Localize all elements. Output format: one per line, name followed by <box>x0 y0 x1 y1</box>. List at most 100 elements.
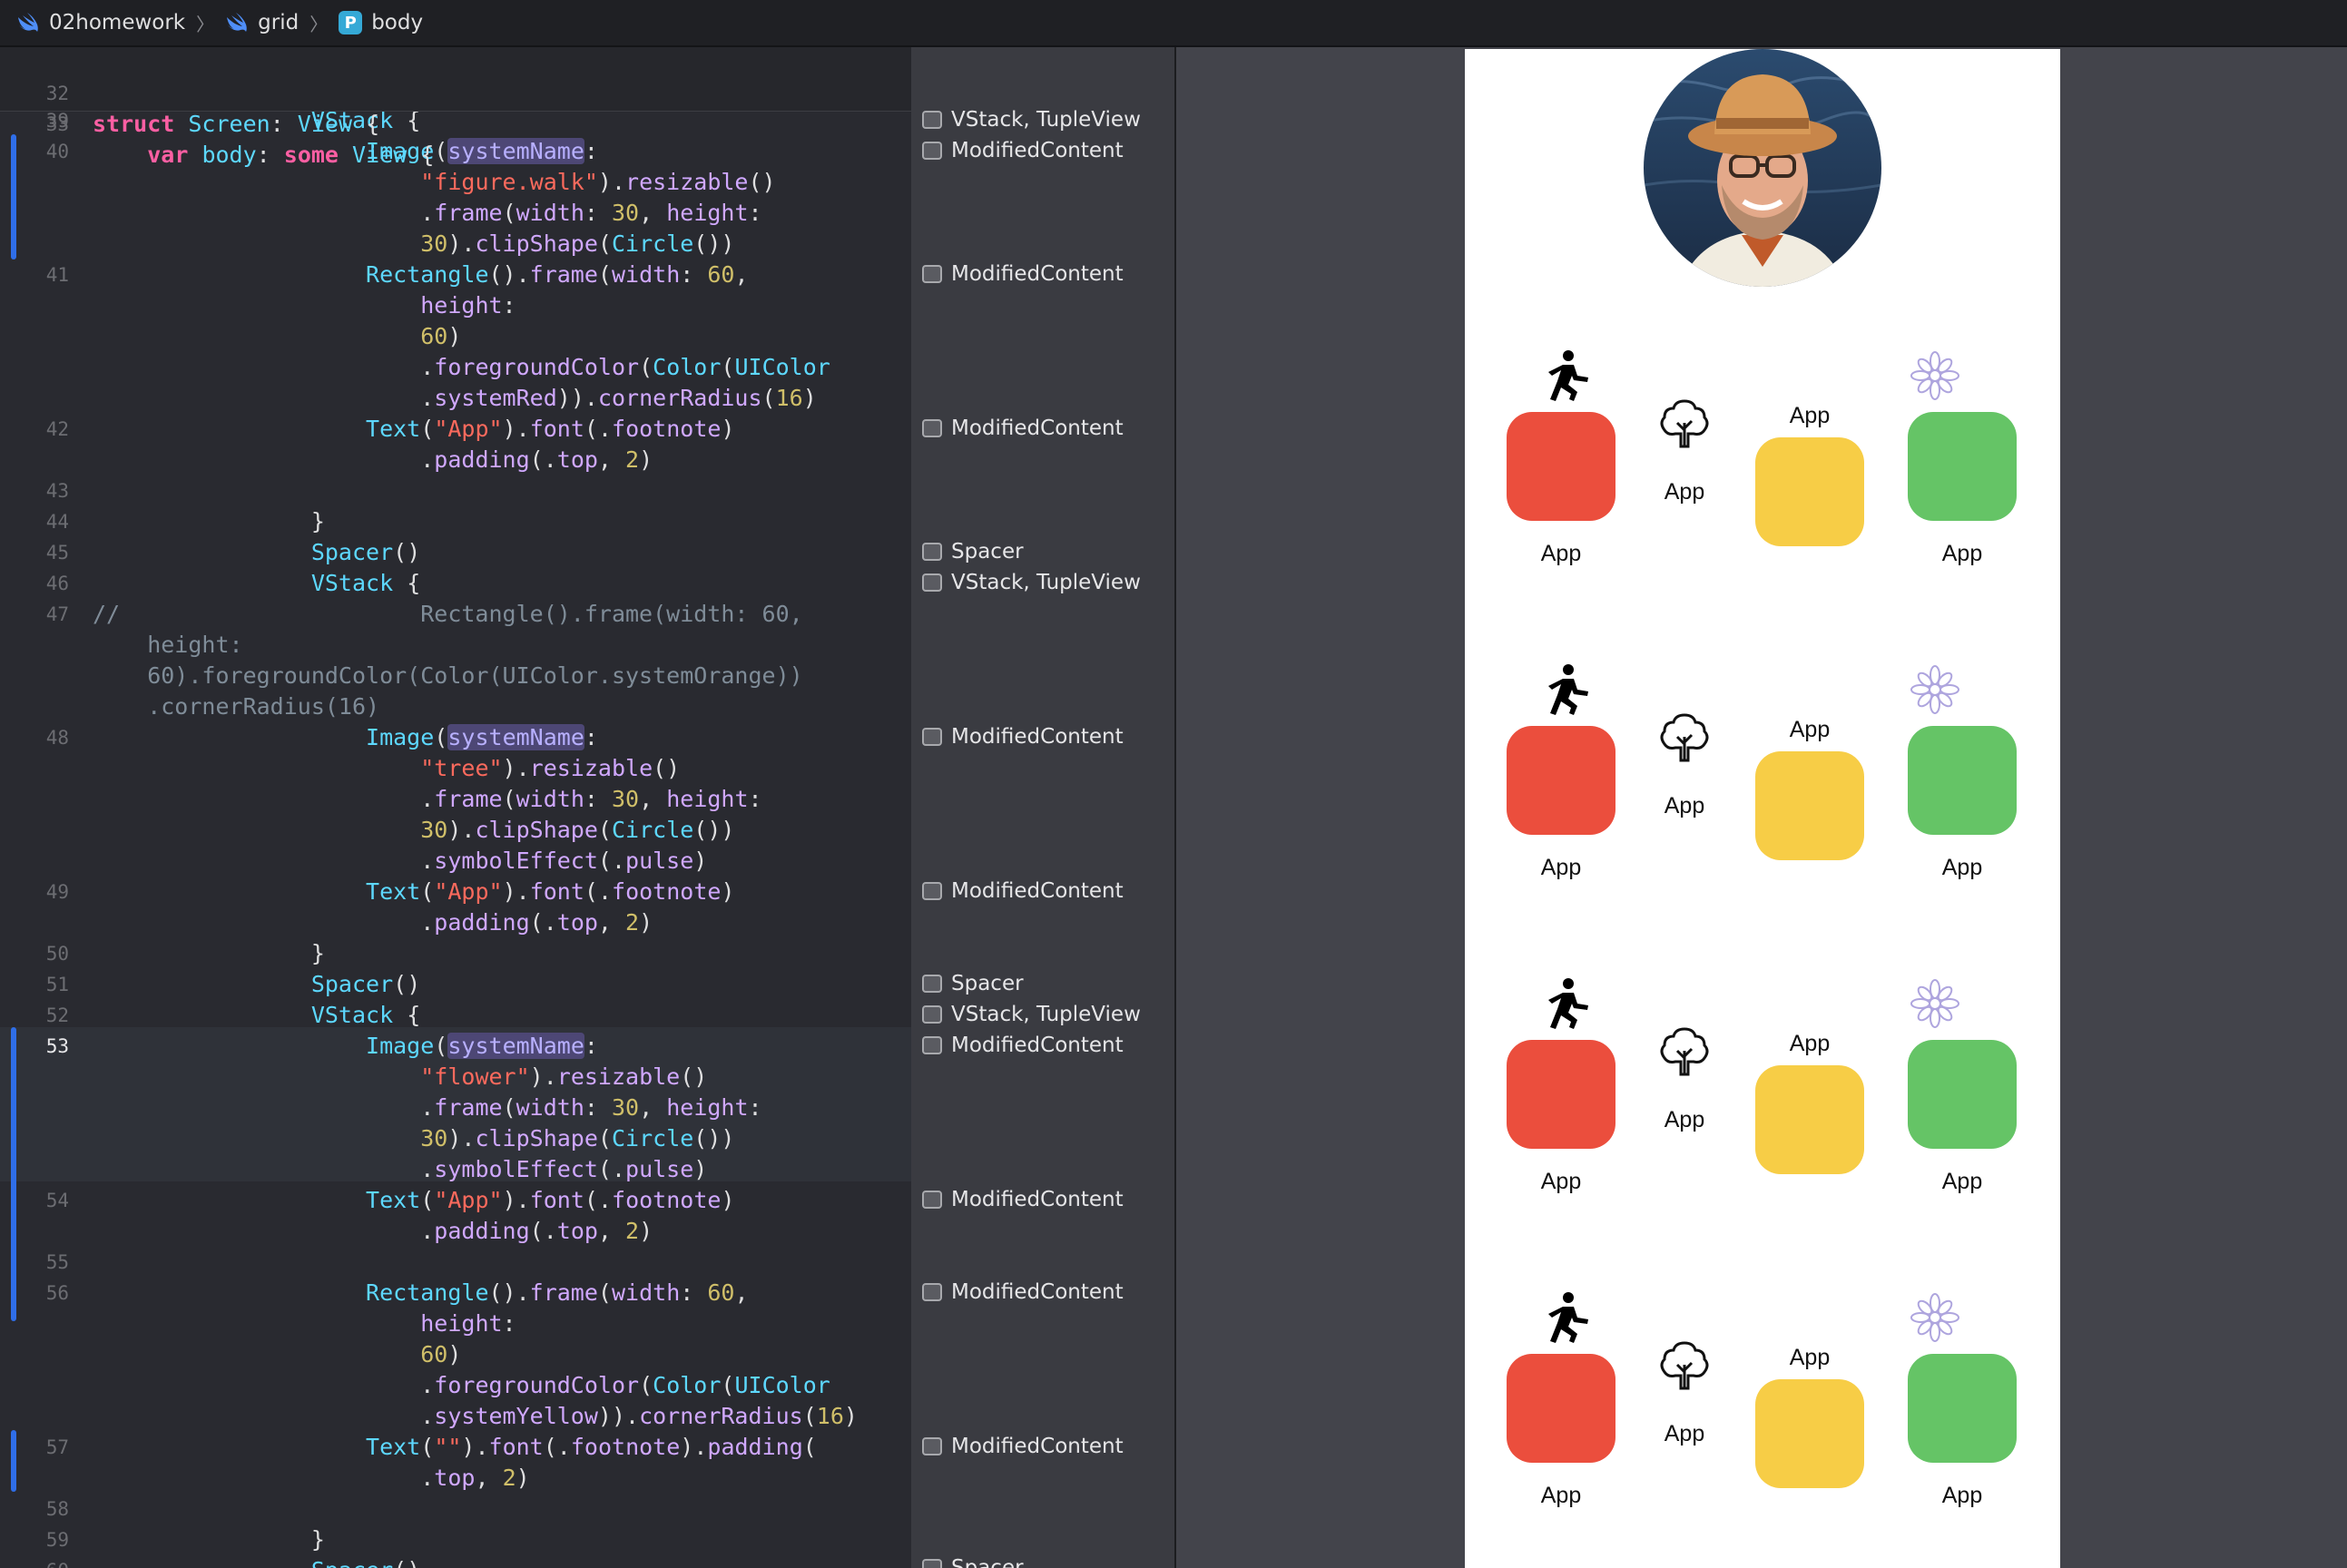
code-text: .frame(width: 30, height: <box>93 200 762 226</box>
code-line: 33 var body: some View { <box>0 78 435 168</box>
code-text: .foregroundColor(Color(UIColor <box>93 354 830 380</box>
app-tile-red[interactable] <box>1507 726 1615 835</box>
view-icon <box>922 728 942 746</box>
view-icon <box>922 882 942 900</box>
jump-bar: 02homework 〉 grid 〉 P body <box>0 0 2347 47</box>
view-icon <box>922 975 942 993</box>
breadcrumb-label: grid <box>258 11 300 34</box>
app-grid-row: App App App App <box>1465 626 2060 916</box>
view-icon <box>922 265 942 283</box>
code-editor[interactable]: 32 struct Screen: View { 33 var body: so… <box>0 47 911 1568</box>
app-tile-yellow[interactable] <box>1755 437 1864 546</box>
result-label: Spacer <box>951 972 1024 995</box>
result-label: VStack, TupleView <box>951 108 1141 132</box>
app-tile-yellow[interactable] <box>1755 1065 1864 1174</box>
sticky-scope-header: 32 struct Screen: View { 33 var body: so… <box>0 47 911 168</box>
app-label: App <box>1664 1107 1705 1132</box>
code-text: Image(systemName: <box>366 1033 598 1059</box>
figure-walk-icon <box>1539 1290 1594 1349</box>
preview-device-screen[interactable]: App App App App App App App App App App … <box>1465 49 2060 1568</box>
app-tile-red[interactable] <box>1507 412 1615 521</box>
code-text: } <box>93 940 325 966</box>
view-icon <box>922 419 942 437</box>
result-item[interactable]: VStack, TupleView <box>922 105 1141 134</box>
app-tile-green[interactable] <box>1908 726 2017 835</box>
code-comment: .cornerRadius(16) <box>93 693 380 720</box>
view-icon <box>922 142 942 160</box>
result-item[interactable]: Spacer <box>922 969 1024 998</box>
app-label: App <box>1789 717 1831 742</box>
app-tile-red[interactable] <box>1507 1354 1615 1463</box>
line-number: 54 <box>45 1190 69 1211</box>
result-item[interactable]: ModifiedContent <box>922 136 1124 165</box>
line-number: 47 <box>45 603 69 625</box>
result-item[interactable]: Spacer <box>922 1553 1024 1568</box>
line-number: 55 <box>45 1251 69 1273</box>
flower-icon <box>1908 976 1962 1035</box>
app-label: App <box>1941 855 1983 880</box>
result-label: ModifiedContent <box>951 416 1124 440</box>
code-text: 60) <box>420 1341 462 1367</box>
line-number: 58 <box>45 1498 69 1520</box>
result-item[interactable]: VStack, TupleView <box>922 568 1141 597</box>
app-label: App <box>1540 541 1582 566</box>
app-grid-row: App App App App <box>1465 940 2060 1230</box>
line-number: 44 <box>45 511 69 533</box>
result-item[interactable]: ModifiedContent <box>922 1432 1124 1461</box>
result-item[interactable]: Spacer <box>922 537 1024 566</box>
app-tile-green[interactable] <box>1908 1354 2017 1463</box>
app-label: App <box>1941 1483 1983 1508</box>
code-text: height: <box>420 1310 516 1337</box>
result-item[interactable]: ModifiedContent <box>922 414 1124 443</box>
line-number: 60 <box>0 1555 69 1568</box>
swift-icon <box>225 12 249 34</box>
line-number: 52 <box>45 1004 69 1026</box>
app-tile-green[interactable] <box>1908 1040 2017 1149</box>
app-label: App <box>1540 1169 1582 1194</box>
app-grid-row: App App App App <box>1465 312 2060 603</box>
result-item[interactable]: ModifiedContent <box>922 1278 1124 1307</box>
canvas-results-column: VStack, TupleView ModifiedContent Modifi… <box>911 47 1174 1568</box>
tree-icon <box>1657 1024 1712 1083</box>
vstack-icon <box>922 111 942 129</box>
breadcrumb-symbol[interactable]: P body <box>339 11 423 34</box>
app-tile-red[interactable] <box>1507 1040 1615 1149</box>
tree-icon <box>1657 396 1712 455</box>
code-text: var body: some View { <box>147 142 435 168</box>
breadcrumb-file[interactable]: grid <box>225 11 299 34</box>
chevron-right-icon: 〉 <box>309 13 329 35</box>
swift-icon <box>16 12 40 34</box>
code-text: Spacer() <box>93 1555 420 1568</box>
vstack-icon <box>922 1005 942 1024</box>
avatar <box>1644 49 1881 287</box>
code-text: VStack { <box>310 1002 421 1028</box>
line-number: 56 <box>45 1282 69 1304</box>
result-label: Spacer <box>951 540 1024 564</box>
code-text: .symbolEffect(.pulse) <box>93 848 708 874</box>
app-tile-yellow[interactable] <box>1755 751 1864 860</box>
line-number: 53 <box>45 1035 69 1057</box>
result-label: ModifiedContent <box>951 725 1124 749</box>
view-icon <box>922 1283 942 1301</box>
result-label: ModifiedContent <box>951 139 1124 162</box>
app-label: App <box>1789 403 1831 428</box>
code-text: Spacer() <box>310 971 421 997</box>
result-item[interactable]: ModifiedContent <box>922 722 1124 751</box>
app-tile-green[interactable] <box>1908 412 2017 521</box>
result-item[interactable]: ModifiedContent <box>922 877 1124 906</box>
result-label: ModifiedContent <box>951 262 1124 286</box>
app-label: App <box>1789 1345 1831 1370</box>
view-icon <box>922 543 942 561</box>
result-item[interactable]: ModifiedContent <box>922 1185 1124 1214</box>
app-label: App <box>1664 479 1705 505</box>
result-item[interactable]: ModifiedContent <box>922 1031 1124 1060</box>
breadcrumb-project[interactable]: 02homework <box>16 11 185 34</box>
result-label: ModifiedContent <box>951 1034 1124 1057</box>
app-tile-yellow[interactable] <box>1755 1379 1864 1488</box>
code-text: Rectangle().frame(width: 60, <box>366 1279 749 1306</box>
result-item[interactable]: ModifiedContent <box>922 260 1124 289</box>
result-item[interactable]: VStack, TupleView <box>922 1000 1141 1029</box>
app-label: App <box>1941 1169 1983 1194</box>
code-text: .padding(.top, 2) <box>93 446 653 473</box>
code-comment: // Rectangle().frame(width: 60, <box>93 601 803 627</box>
